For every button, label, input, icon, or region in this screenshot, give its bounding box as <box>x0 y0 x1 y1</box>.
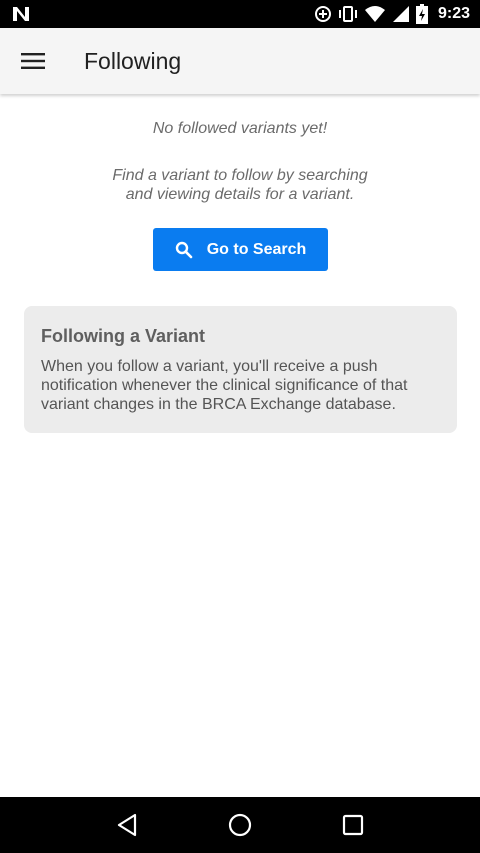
nav-bar <box>0 797 480 853</box>
signal-icon <box>392 5 410 23</box>
info-card-body: When you follow a variant, you'll receiv… <box>41 358 408 413</box>
recents-square-icon[interactable] <box>329 801 377 849</box>
hint-message: Find a variant to follow by searching an… <box>0 166 480 204</box>
status-bar: 9:23 <box>0 0 480 28</box>
hint-line-1: Find a variant to follow by searching <box>112 167 368 184</box>
app-bar: Following <box>0 28 480 94</box>
page-title: Following <box>84 47 182 74</box>
info-card: Following a Variant When you follow a va… <box>24 306 457 433</box>
empty-message: No followed variants yet! <box>152 120 328 137</box>
vibrate-icon <box>338 5 358 23</box>
battery-charging-icon <box>415 4 428 24</box>
screen: 9:23 Following No followed variants yet!… <box>0 0 480 853</box>
status-time: 9:23 <box>437 5 470 22</box>
home-circle-icon[interactable] <box>216 801 264 849</box>
hint-line-2: and viewing details for a variant. <box>125 186 355 203</box>
n-logo-icon <box>12 6 30 22</box>
wifi-icon <box>364 5 386 23</box>
status-right: 9:23 <box>314 4 470 24</box>
status-left <box>12 6 30 22</box>
back-triangle-icon[interactable] <box>103 801 151 849</box>
hamburger-menu-icon[interactable] <box>0 28 66 94</box>
search-button-label: Go to Search <box>206 240 307 258</box>
search-icon <box>175 241 193 259</box>
info-card-title: Following a Variant <box>41 326 206 346</box>
go-to-search-button[interactable]: Go to Search <box>153 228 328 271</box>
data-saver-icon <box>314 5 332 23</box>
